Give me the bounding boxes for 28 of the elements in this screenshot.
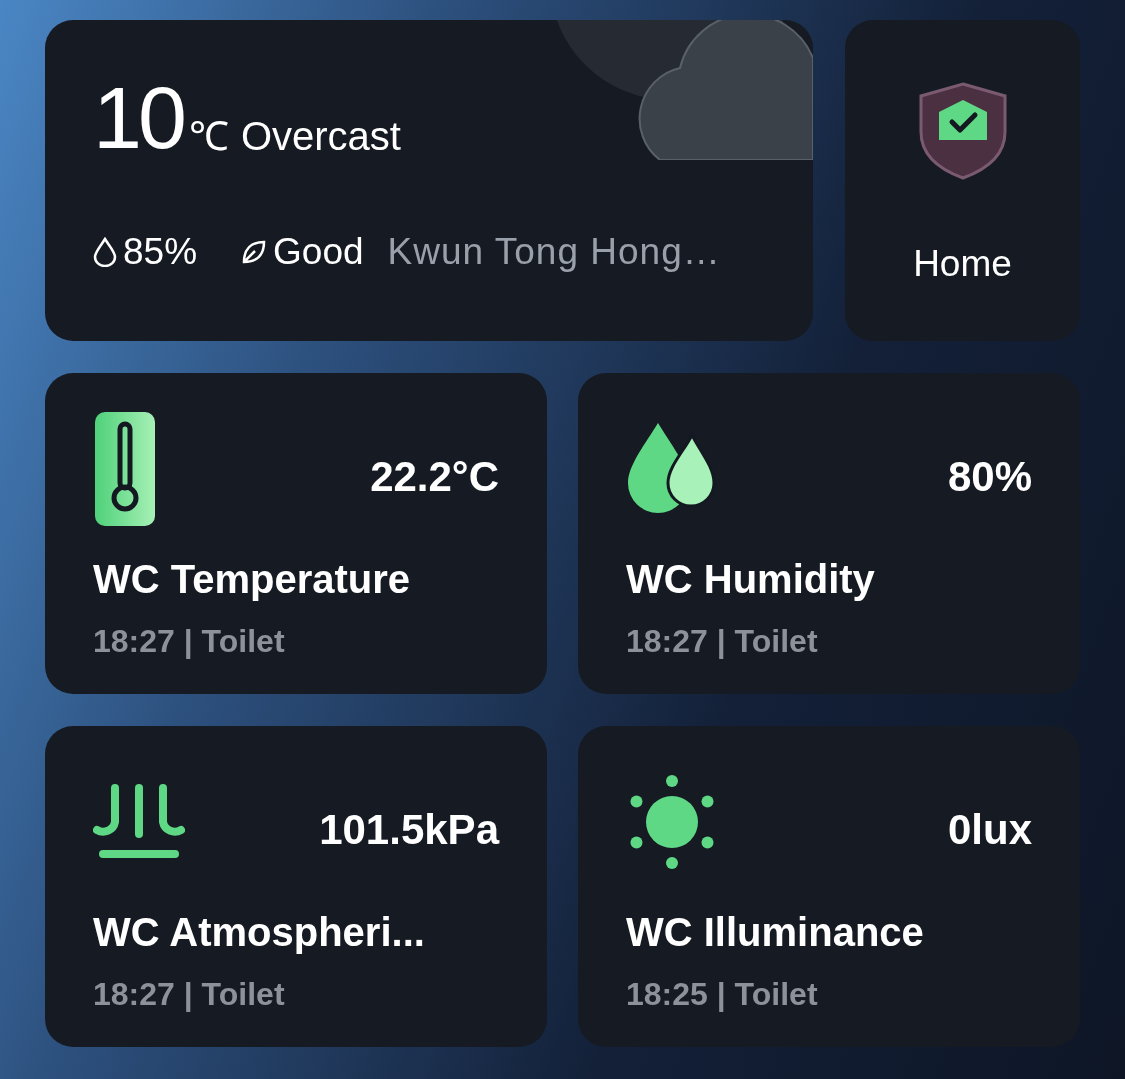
sensor-value: 101.5kPa [319, 805, 499, 855]
sensor-name: WC Illuminance [626, 909, 925, 956]
sensor-meta: 18:27 | Toilet [93, 622, 286, 661]
sensor-meta: 18:27 | Toilet [626, 622, 819, 661]
weather-condition: Overcast [240, 114, 401, 158]
humidity-value: 85% [123, 230, 198, 274]
sensor-value: 22.2°C [370, 452, 499, 502]
sensor-card[interactable]: 101.5kPa WC Atmospheri... 18:27 | Toilet [45, 726, 547, 1047]
sensor-value: 80% [947, 452, 1032, 502]
location-text: Kwun Tong Hong… [387, 230, 721, 274]
temperature-unit: ℃ [188, 114, 229, 158]
shield-check-icon [918, 82, 1007, 180]
home-card[interactable]: Home [845, 20, 1080, 341]
sensor-name: WC Atmospheri... [93, 909, 426, 956]
sensor-card[interactable]: 22.2°C WC Temperature 18:27 | Toilet [45, 373, 547, 694]
sensor-card[interactable]: 80% WC Humidity 18:27 | Toilet [578, 373, 1080, 694]
home-label: Home [913, 242, 1012, 286]
leaf-icon [241, 238, 268, 265]
thermometer-icon [93, 410, 157, 528]
air-quality: Good [273, 230, 364, 274]
sensor-meta: 18:27 | Toilet [93, 975, 286, 1014]
temperature-value: 10 [93, 78, 183, 158]
sensor-name: WC Humidity [626, 556, 876, 603]
sensor-name: WC Temperature [93, 556, 412, 603]
sensor-meta: 18:25 | Toilet [626, 975, 819, 1014]
sensor-card[interactable]: 0lux WC Illuminance 18:25 | Toilet [578, 726, 1080, 1047]
sensor-value: 0lux [947, 805, 1032, 855]
drop-icon [93, 236, 117, 267]
